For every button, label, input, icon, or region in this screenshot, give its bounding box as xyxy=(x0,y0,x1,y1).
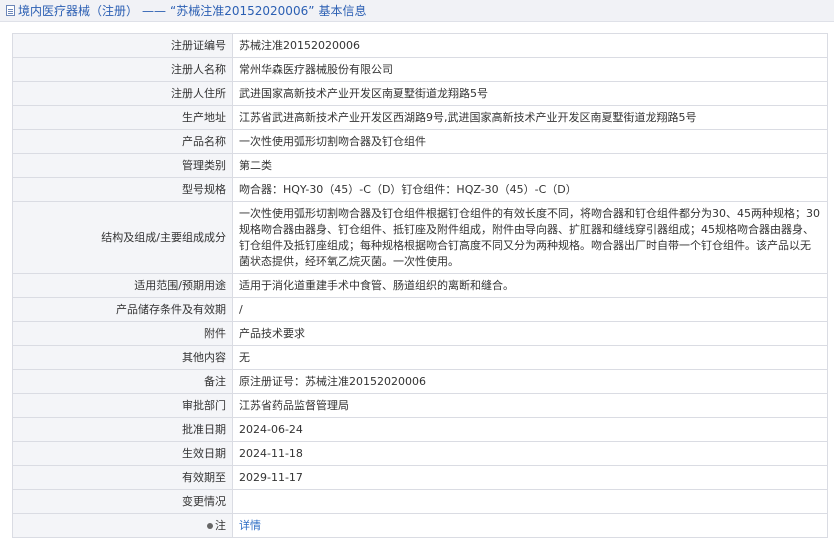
row-value: 第二类 xyxy=(232,153,828,178)
table-row: 有效期至 2029-11-17 xyxy=(12,465,828,490)
row-label: 其他内容 xyxy=(12,345,233,370)
row-label: 型号规格 xyxy=(12,177,233,202)
document-icon xyxy=(6,5,15,16)
table-row: 型号规格 吻合器：HQY-30（45）-C（D）钉仓组件：HQZ-30（45）-… xyxy=(12,177,828,202)
table-row: 适用范围/预期用途 适用于消化道重建手术中食管、肠道组织的离断和缝合。 xyxy=(12,273,828,298)
row-value: 常州华森医疗器械股份有限公司 xyxy=(232,57,828,82)
table-row: 产品储存条件及有效期 / xyxy=(12,297,828,322)
note-label: 注 xyxy=(215,518,226,532)
header-dash: —— xyxy=(142,3,167,18)
table-row: 变更情况 xyxy=(12,489,828,514)
bullet-icon xyxy=(207,522,213,529)
info-table: 注册证编号 苏械注准20152020006 注册人名称 常州华森医疗器械股份有限… xyxy=(12,33,828,538)
row-value: 原注册证号：苏械注准20152020006 xyxy=(232,369,828,394)
row-label: 管理类别 xyxy=(12,153,233,178)
table-row: 注册人住所 武进国家高新技术产业开发区南夏墅街道龙翔路5号 xyxy=(12,81,828,106)
row-value: 一次性使用弧形切割吻合器及钉仓组件 xyxy=(232,129,828,154)
row-value: 适用于消化道重建手术中食管、肠道组织的离断和缝合。 xyxy=(232,273,828,298)
page-header: 境内医疗器械（注册） —— “苏械注准20152020006” 基本信息 xyxy=(0,0,834,22)
table-row: 注册证编号 苏械注准20152020006 xyxy=(12,33,828,58)
row-value xyxy=(232,489,828,514)
header-suffix: 基本信息 xyxy=(318,4,367,18)
row-label: 注册人住所 xyxy=(12,81,233,106)
row-value: / xyxy=(232,297,828,322)
row-value: 2024-06-24 xyxy=(232,417,828,442)
table-row: 生效日期 2024-11-18 xyxy=(12,441,828,466)
row-label: 生产地址 xyxy=(12,105,233,130)
row-label: 批准日期 xyxy=(12,417,233,442)
table-row: 注册人名称 常州华森医疗器械股份有限公司 xyxy=(12,57,828,82)
row-label: 注册人名称 xyxy=(12,57,233,82)
row-label: 注册证编号 xyxy=(12,33,233,58)
row-label: 有效期至 xyxy=(12,465,233,490)
row-value: 一次性使用弧形切割吻合器及钉仓组件根据钉仓组件的有效长度不同，将吻合器和钉仓组件… xyxy=(232,201,828,274)
table-row: 批准日期 2024-06-24 xyxy=(12,417,828,442)
note-value-cell: 详情 xyxy=(232,513,828,538)
row-label: 适用范围/预期用途 xyxy=(12,273,233,298)
table-row: 附件 产品技术要求 xyxy=(12,321,828,346)
row-label: 产品名称 xyxy=(12,129,233,154)
row-value: 江苏省药品监督管理局 xyxy=(232,393,828,418)
row-value: 武进国家高新技术产业开发区南夏墅街道龙翔路5号 xyxy=(232,81,828,106)
table-row: 备注 原注册证号：苏械注准20152020006 xyxy=(12,369,828,394)
header-reg-no: “苏械注准20152020006” xyxy=(170,4,315,18)
note-label-cell: 注 xyxy=(12,513,233,538)
row-label: 产品储存条件及有效期 xyxy=(12,297,233,322)
row-value: 产品技术要求 xyxy=(232,321,828,346)
row-label: 备注 xyxy=(12,369,233,394)
header-prefix: 境内医疗器械（注册） xyxy=(18,4,139,18)
table-row-note: 注 详情 xyxy=(12,513,828,538)
row-label: 结构及组成/主要组成成分 xyxy=(12,201,233,274)
table-row: 审批部门 江苏省药品监督管理局 xyxy=(12,393,828,418)
row-value: 苏械注准20152020006 xyxy=(232,33,828,58)
row-value: 无 xyxy=(232,345,828,370)
details-link[interactable]: 详情 xyxy=(239,519,261,532)
row-value: 江苏省武进高新技术产业开发区西湖路9号,武进国家高新技术产业开发区南夏墅街道龙翔… xyxy=(232,105,828,130)
row-label: 生效日期 xyxy=(12,441,233,466)
table-row: 管理类别 第二类 xyxy=(12,153,828,178)
table-row: 生产地址 江苏省武进高新技术产业开发区西湖路9号,武进国家高新技术产业开发区南夏… xyxy=(12,105,828,130)
row-value: 2029-11-17 xyxy=(232,465,828,490)
row-value: 吻合器：HQY-30（45）-C（D）钉仓组件：HQZ-30（45）-C（D） xyxy=(232,177,828,202)
table-row: 结构及组成/主要组成成分 一次性使用弧形切割吻合器及钉仓组件根据钉仓组件的有效长… xyxy=(12,201,828,274)
row-label: 变更情况 xyxy=(12,489,233,514)
table-row: 其他内容 无 xyxy=(12,345,828,370)
table-row: 产品名称 一次性使用弧形切割吻合器及钉仓组件 xyxy=(12,129,828,154)
row-value: 2024-11-18 xyxy=(232,441,828,466)
row-label: 审批部门 xyxy=(12,393,233,418)
row-label: 附件 xyxy=(12,321,233,346)
